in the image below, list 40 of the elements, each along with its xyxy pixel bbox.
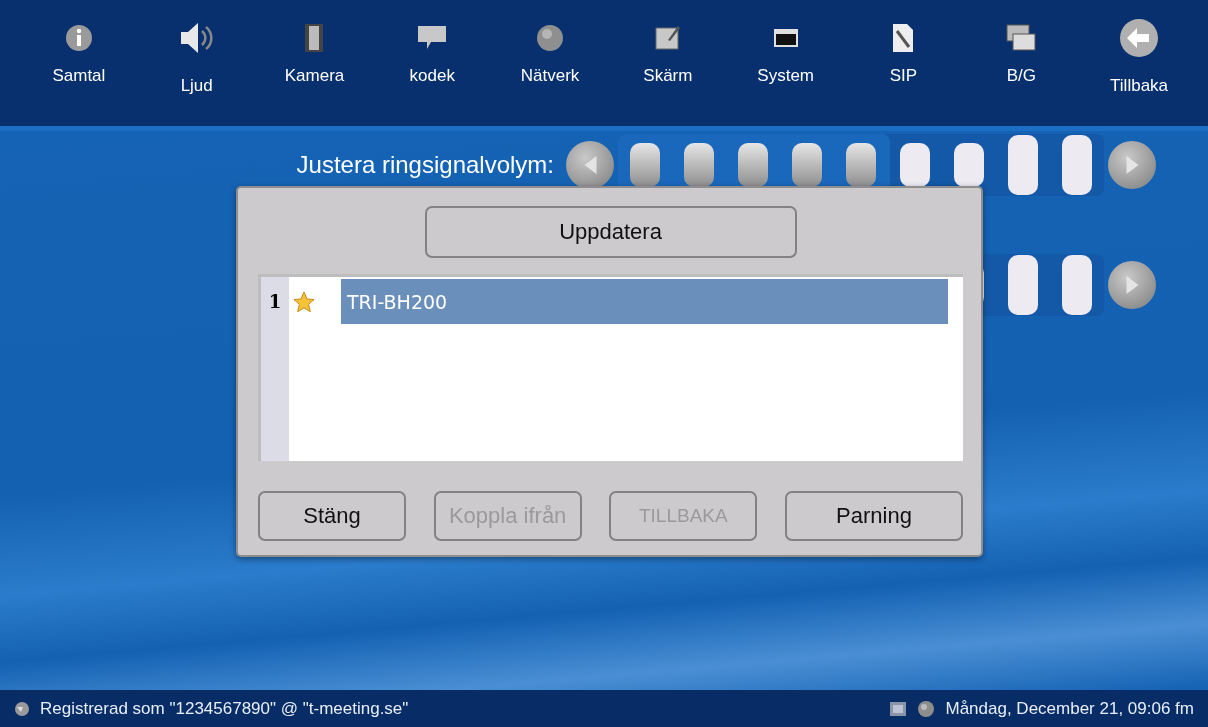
screen-icon <box>889 700 908 717</box>
volume-down-button[interactable] <box>566 141 614 189</box>
dialog-button[interactable]: Stäng <box>258 491 406 541</box>
right-triangle-icon <box>1125 156 1139 174</box>
nav-tab[interactable]: SIP <box>844 0 963 126</box>
volume-up-button[interactable] <box>1108 141 1156 189</box>
window-icon <box>772 28 799 48</box>
volume-segment[interactable] <box>1008 255 1038 315</box>
volume-segment[interactable] <box>1008 135 1038 195</box>
slider-label: Justera ringsignalvolym: <box>296 151 554 179</box>
volume-segment[interactable] <box>630 143 660 187</box>
row-number: 1 <box>267 291 283 312</box>
windows-icon <box>1006 24 1037 52</box>
nav-tab[interactable]: Samtal <box>20 0 138 126</box>
nav-tab[interactable]: Kamera <box>255 0 374 126</box>
nav-tab[interactable]: Ljud <box>137 0 256 126</box>
nav-tab[interactable]: Tillbaka <box>1080 0 1198 126</box>
volume-segment[interactable] <box>684 143 714 187</box>
volume-up-button[interactable] <box>1108 261 1156 309</box>
info-icon <box>64 24 93 52</box>
picture-frame-icon <box>653 24 682 52</box>
right-triangle-icon <box>1125 276 1139 294</box>
registration-status: Registrerad som "1234567890" @ "t-meeting.se" <box>40 698 409 719</box>
date-time: Måndag, December 21, 09:06 fm <box>945 698 1194 719</box>
nav-tab[interactable]: System <box>726 0 845 126</box>
volume-segment[interactable] <box>1062 135 1092 195</box>
document-icon <box>891 23 916 53</box>
left-triangle-icon <box>583 156 597 174</box>
volume-segment[interactable] <box>846 143 876 187</box>
volume-segment[interactable] <box>954 143 984 187</box>
update-button[interactable]: Uppdatera <box>424 206 797 258</box>
nav-tab[interactable]: Skärm <box>609 0 727 126</box>
volume-segment[interactable] <box>1062 255 1092 315</box>
dialog-button[interactable]: Parning <box>784 491 963 541</box>
volume-segment[interactable] <box>900 143 930 187</box>
nav-tab[interactable]: kodek <box>373 0 492 126</box>
nav-tab[interactable]: Nätverk <box>491 0 609 126</box>
nav-tab[interactable]: B/G <box>962 0 1081 126</box>
volume-segment[interactable] <box>792 143 822 187</box>
volume-segment[interactable] <box>738 143 768 187</box>
